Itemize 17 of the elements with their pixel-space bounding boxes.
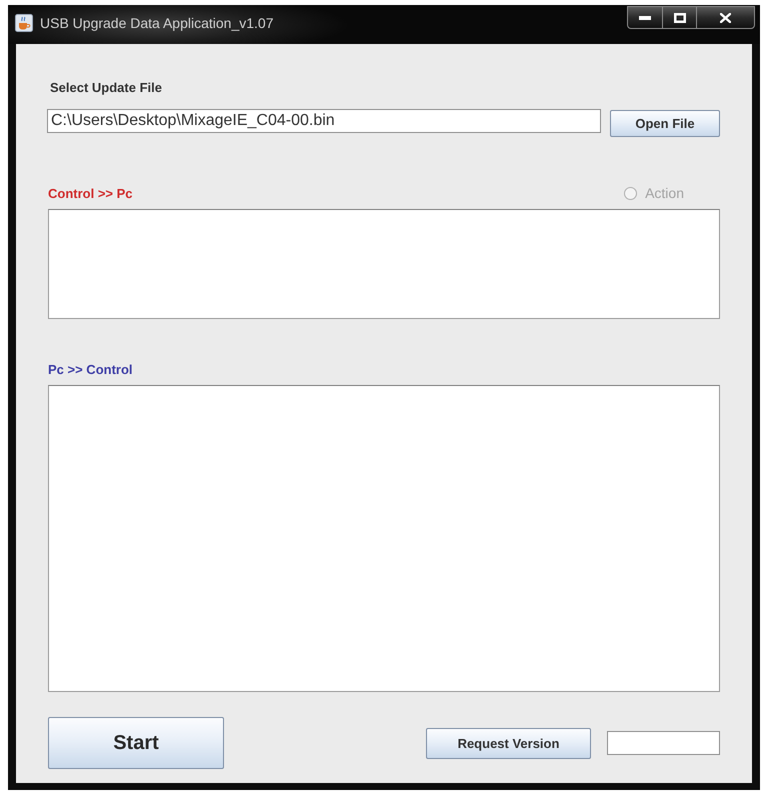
panel-label: Pc >> Control [48,362,133,376]
open-file-button[interactable]: Open File [610,110,720,137]
request-version-button[interactable]: Request Version [426,728,591,758]
maximize-icon [674,12,686,22]
log-text-area[interactable] [48,209,720,319]
file-path-field[interactable]: C:\Users\Desktop\MixageIE_C04-00.bin [47,109,601,133]
maximize-button[interactable] [662,6,696,29]
version-field[interactable] [607,731,720,755]
minimize-icon [639,16,651,20]
cup-icon [15,14,33,32]
panel-label: Control >> Pc [48,186,133,200]
close-button[interactable] [696,6,755,29]
start-button[interactable]: Start [48,717,224,769]
close-icon [720,12,731,22]
window-title: USB Upgrade Data Application_v1.07 [40,14,274,30]
section-label: Select Update File [49,80,162,96]
minimize-button[interactable] [627,6,662,29]
